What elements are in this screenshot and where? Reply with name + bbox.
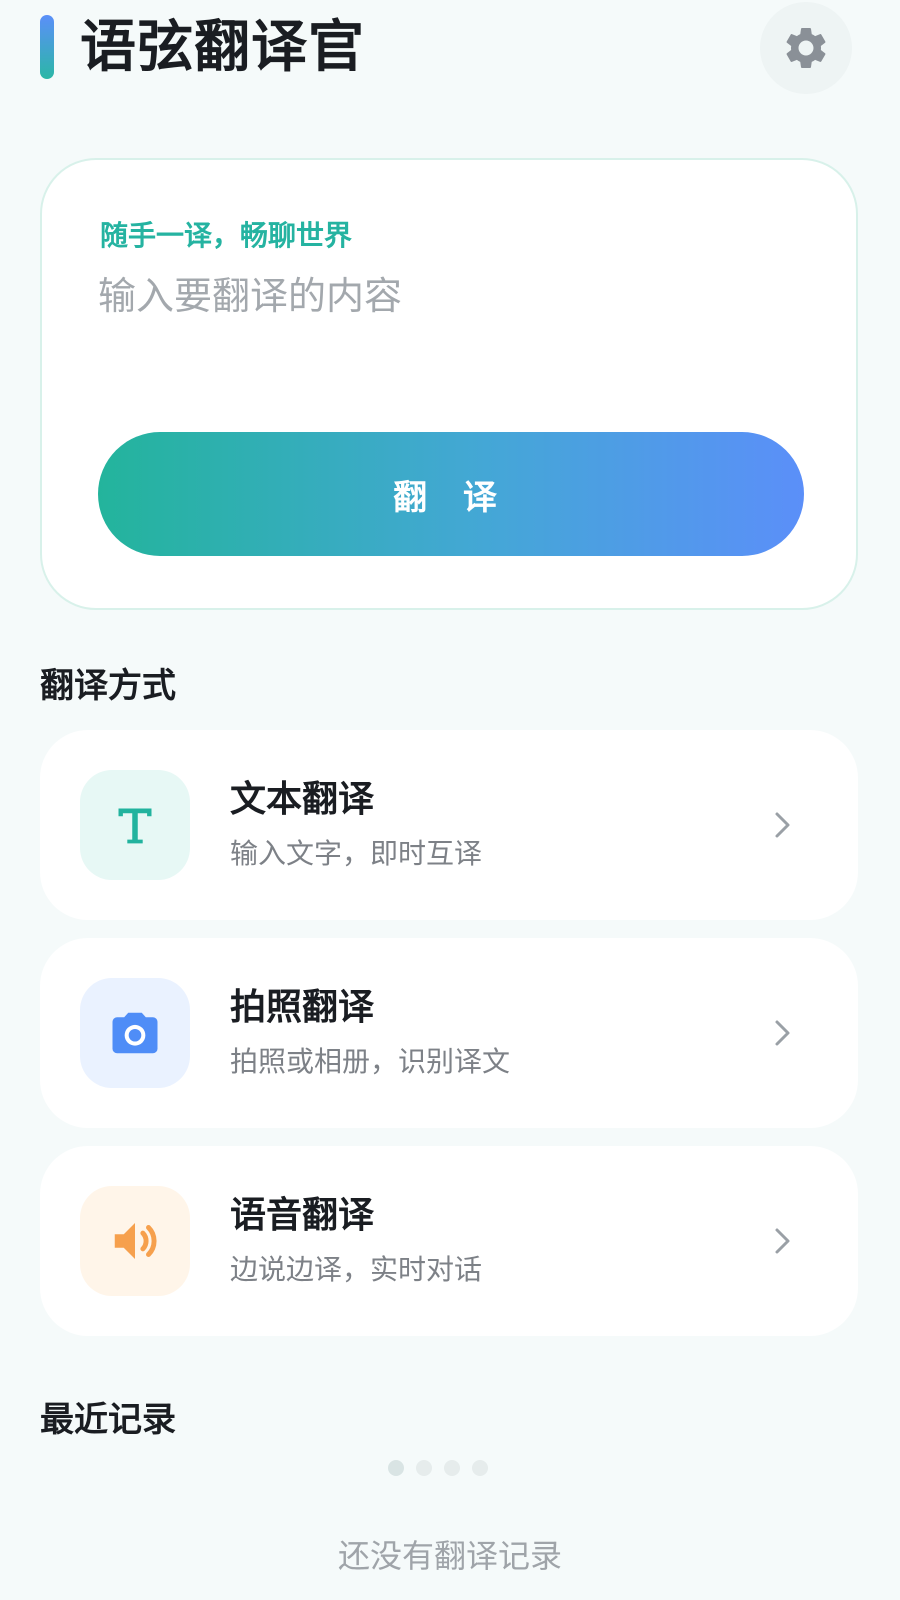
app-title: 语弦翻译官 — [80, 15, 365, 80]
gear-icon — [786, 27, 826, 68]
chevron-right-icon — [764, 1222, 802, 1260]
page-dot — [472, 1460, 488, 1476]
recent-empty-text: 还没有翻译记录 — [337, 1537, 562, 1575]
mode-title-text: 文本翻译 — [230, 779, 375, 820]
settings-button[interactable] — [760, 2, 852, 94]
title-accent-bar — [40, 15, 54, 79]
mode-title-voice: 语音翻译 — [230, 1195, 375, 1236]
mode-desc-photo: 拍照或相册，识别译文 — [230, 1045, 511, 1078]
mode-card-photo[interactable]: 拍照翻译 拍照或相册，识别译文 — [40, 938, 858, 1128]
page-dot — [444, 1460, 460, 1476]
mode-icon-box-text — [80, 770, 190, 880]
app-header: 语弦翻译官 — [0, 0, 900, 100]
translate-input-card: 随手一译，畅聊世界 翻 译 — [40, 158, 858, 610]
text-t-icon — [118, 808, 152, 844]
mode-desc-voice: 边说边译，实时对话 — [230, 1253, 483, 1286]
chevron-right-icon — [764, 1014, 802, 1052]
mode-card-voice[interactable]: 语音翻译 边说边译，实时对话 — [40, 1146, 858, 1336]
translate-text-input[interactable] — [98, 266, 778, 366]
slogan-text: 随手一译，畅聊世界 — [100, 219, 353, 252]
mode-icon-box-voice — [80, 1186, 190, 1296]
speaker-icon — [114, 1223, 157, 1259]
mode-card-text[interactable]: 文本翻译 输入文字，即时互译 — [40, 730, 858, 920]
mode-desc-text: 输入文字，即时互译 — [230, 837, 483, 870]
page-dot — [416, 1460, 432, 1476]
mode-icon-box-photo — [80, 978, 190, 1088]
page-dot — [388, 1460, 404, 1476]
page-indicator — [388, 1460, 488, 1476]
recent-section-title: 最近记录 — [40, 1400, 176, 1440]
chevron-right-icon — [764, 806, 802, 844]
camera-icon — [112, 1012, 158, 1054]
modes-section-title: 翻译方式 — [40, 666, 176, 706]
mode-title-photo: 拍照翻译 — [230, 987, 375, 1028]
translate-button[interactable]: 翻 译 — [98, 432, 804, 556]
